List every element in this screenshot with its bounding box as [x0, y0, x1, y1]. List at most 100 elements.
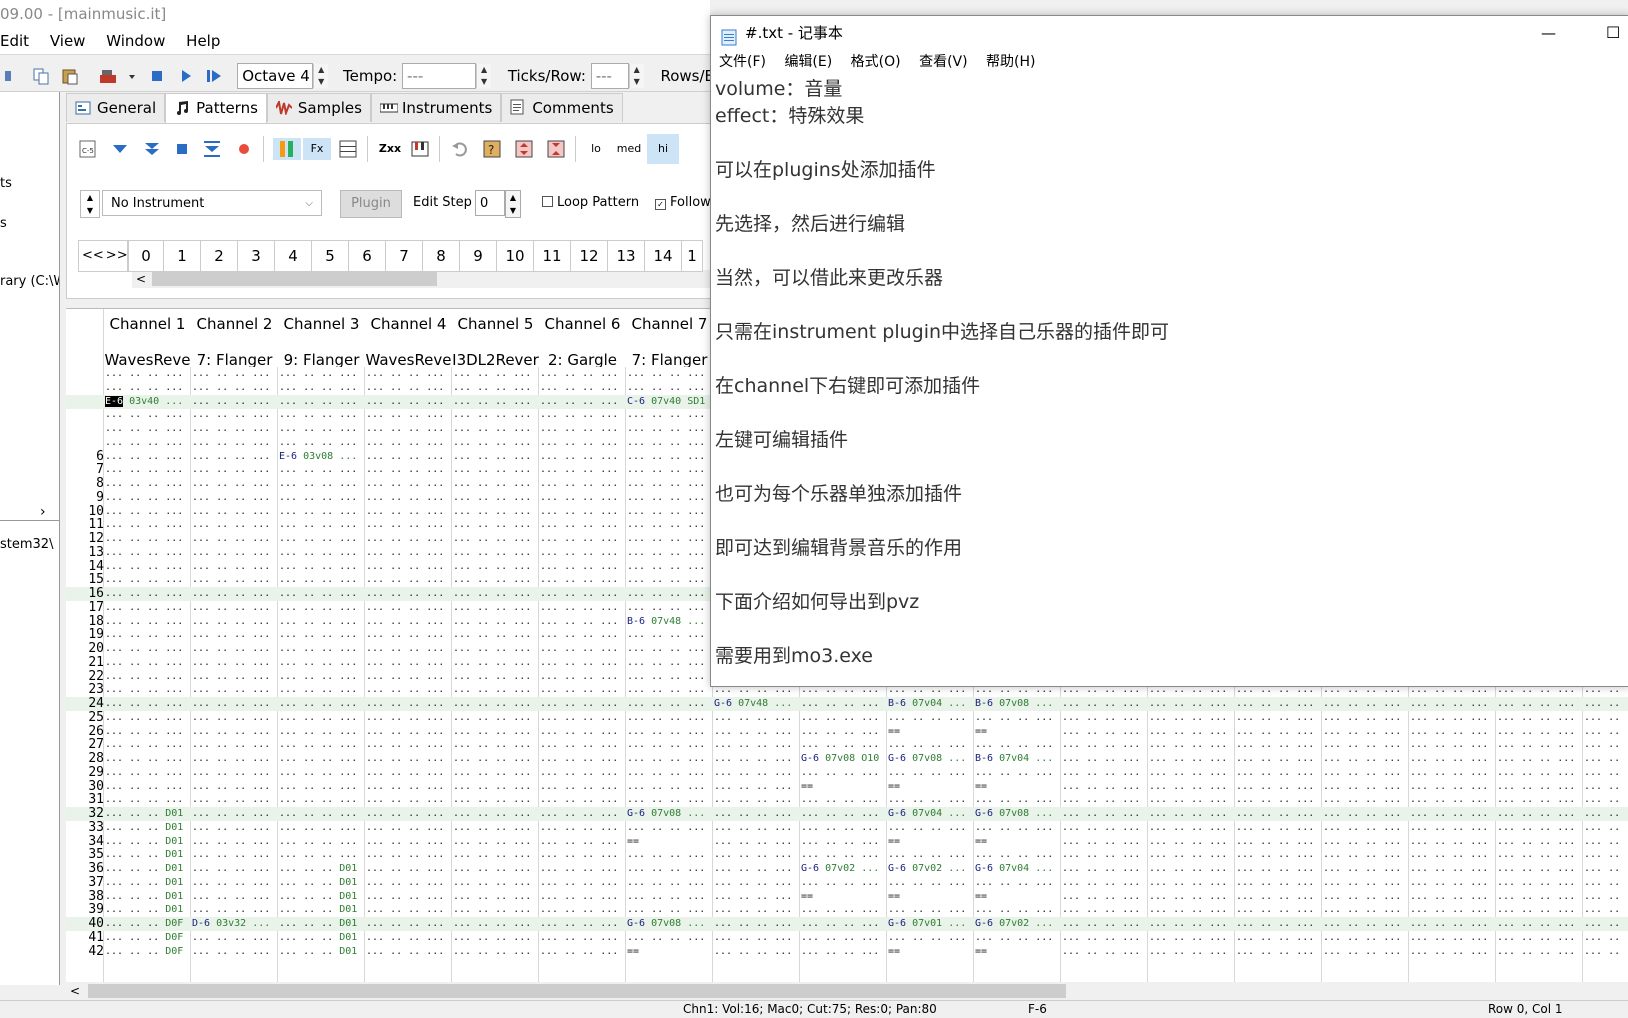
- pattern-cell[interactable]: ... .. .. ...: [1062, 917, 1140, 931]
- pattern-cell[interactable]: ... .. .. D01: [105, 807, 183, 821]
- pattern-cell[interactable]: ... .. .. ...: [801, 931, 879, 945]
- pattern-cell[interactable]: ... .. .. ...: [1410, 821, 1488, 835]
- pattern-cell[interactable]: ... .. .. ...: [627, 890, 705, 904]
- pattern-cell[interactable]: ... .. .. ...: [540, 697, 618, 711]
- pattern-cell[interactable]: ... .. .. ...: [627, 601, 705, 615]
- pattern-cell[interactable]: ==: [975, 780, 987, 794]
- checkbox-box[interactable]: [542, 196, 553, 207]
- pattern-cell[interactable]: ... .. .. ...: [627, 642, 705, 656]
- pattern-cell[interactable]: ... .. .. ...: [540, 587, 618, 601]
- pattern-cell[interactable]: ... .. .. ...: [453, 587, 531, 601]
- pattern-cell[interactable]: ... .. .. ...: [1497, 807, 1575, 821]
- pattern-cell[interactable]: C-6 07v40 SD1: [627, 395, 705, 409]
- play-from-start-icon[interactable]: [205, 67, 223, 85]
- pattern-cell[interactable]: ==: [888, 890, 900, 904]
- notepad-menu-format[interactable]: 格式(O): [851, 54, 901, 70]
- pattern-cell[interactable]: ... .. .. ...: [279, 628, 357, 642]
- pattern-cell[interactable]: ... .. .. ...: [279, 738, 357, 752]
- pattern-cell[interactable]: D-6 03v32 ...: [192, 917, 270, 931]
- pattern-cell[interactable]: ... .. .. ...: [366, 408, 444, 422]
- tree-item[interactable]: rary (C:\W: [0, 274, 59, 289]
- pattern-row[interactable]: 30... .. .. ...... .. .. ...... .. .. ..…: [66, 779, 1628, 794]
- pattern-cell[interactable]: ... .. .. ...: [192, 601, 270, 615]
- pattern-cell[interactable]: ... .. .. ...: [453, 890, 531, 904]
- pattern-cell[interactable]: ... .. .. ...: [192, 642, 270, 656]
- pattern-cell[interactable]: ... .. .. ...: [192, 656, 270, 670]
- pattern-cell[interactable]: ... .. .. ...: [540, 491, 618, 505]
- pattern-cell[interactable]: ... .. .. ...: [1236, 725, 1314, 739]
- pattern-cell[interactable]: ... .. .. ...: [714, 725, 792, 739]
- edit-step-spinner[interactable]: ▲ ▼: [505, 190, 521, 218]
- pattern-cell[interactable]: ... .. .. ...: [1149, 793, 1227, 807]
- pattern-cell[interactable]: ... .. .. ...: [279, 546, 357, 560]
- pattern-cell[interactable]: ... .. .. ...: [1149, 903, 1227, 917]
- pattern-cell[interactable]: E-6 03v40 ...: [105, 395, 183, 409]
- ticks-spinner[interactable]: ▲ ▼: [628, 64, 644, 88]
- pattern-cell[interactable]: ... .. .. ...: [453, 408, 531, 422]
- pattern-cell[interactable]: ... .. .. D0F: [105, 945, 183, 959]
- pattern-cell[interactable]: ... .. .. ...: [627, 573, 705, 587]
- pattern-cell[interactable]: ... .. .. ...: [366, 683, 444, 697]
- pattern-cell[interactable]: ... .. .. ...: [192, 573, 270, 587]
- pattern-cell[interactable]: ==: [975, 835, 987, 849]
- pattern-cell[interactable]: ... .. .. ...: [279, 821, 357, 835]
- pattern-cell[interactable]: ... .. .. ...: [1149, 752, 1227, 766]
- pattern-cell[interactable]: ... .. .. ...: [1149, 848, 1227, 862]
- pattern-cell[interactable]: ... .. .. ...: [453, 697, 531, 711]
- pattern-cell[interactable]: ... .. .. ...: [366, 890, 444, 904]
- channel-header[interactable]: Channel 5 I3DL2Rever: [452, 309, 540, 367]
- pattern-cell[interactable]: ... .. .. ...: [975, 711, 1053, 725]
- pattern-cell[interactable]: ... .. .. ...: [453, 367, 531, 381]
- pattern-cell[interactable]: ... .. .. ...: [366, 422, 444, 436]
- pattern-cell[interactable]: ... .. .. ...: [192, 477, 270, 491]
- pattern-cell[interactable]: ... .. .. ...: [453, 491, 531, 505]
- pattern-cell[interactable]: ... .. .. ...: [540, 422, 618, 436]
- pattern-cell[interactable]: ... .. .. ...: [801, 766, 879, 780]
- pattern-cell[interactable]: ... .. .. ...: [1410, 903, 1488, 917]
- pattern-cell[interactable]: ... .. .. ...: [540, 628, 618, 642]
- pattern-cell[interactable]: ... .. .. ...: [192, 587, 270, 601]
- pattern-cell[interactable]: ... .. .. ...: [714, 945, 792, 959]
- pattern-cell[interactable]: ... .. .. ...: [540, 780, 618, 794]
- pattern-cell[interactable]: ... .. .. ...: [279, 807, 357, 821]
- order-item[interactable]: 4: [274, 240, 312, 272]
- pattern-row[interactable]: 36... .. .. D01... .. .. ...... .. .. D0…: [66, 862, 1628, 876]
- pattern-cell[interactable]: ... .. .. ...: [1584, 890, 1628, 904]
- pattern-cell[interactable]: ... .. .. ...: [627, 821, 705, 835]
- pattern-cell[interactable]: ... .. .. ...: [192, 670, 270, 684]
- pattern-cell[interactable]: ... .. .. ...: [1584, 917, 1628, 931]
- edit-step-field[interactable]: 0: [475, 190, 505, 216]
- loop-pattern-checkbox[interactable]: Loop Pattern: [542, 190, 639, 216]
- octave-field[interactable]: Octave 4: [237, 63, 314, 89]
- plugin-button[interactable]: Plugin: [340, 190, 402, 218]
- pattern-cell[interactable]: ... .. .. ...: [192, 890, 270, 904]
- pattern-cell[interactable]: ... .. .. D01: [105, 903, 183, 917]
- pattern-cell[interactable]: ... .. .. ...: [1236, 931, 1314, 945]
- pattern-cell[interactable]: ... .. .. ...: [540, 367, 618, 381]
- pattern-cell[interactable]: ... .. .. ...: [279, 656, 357, 670]
- pattern-cell[interactable]: ... .. .. ...: [1323, 862, 1401, 876]
- pattern-cell[interactable]: ==: [801, 780, 813, 794]
- tab-comments[interactable]: Comments: [501, 93, 623, 122]
- pattern-cell[interactable]: ... .. .. ...: [279, 793, 357, 807]
- pattern-cell[interactable]: ... .. .. ...: [1584, 876, 1628, 890]
- pattern-cell[interactable]: ... .. .. ...: [366, 615, 444, 629]
- quality-med-button[interactable]: med: [613, 138, 645, 160]
- pattern-cell[interactable]: ... .. .. ...: [1323, 917, 1401, 931]
- pattern-cell[interactable]: ... .. .. ...: [279, 642, 357, 656]
- undo-icon[interactable]: [449, 138, 471, 160]
- pattern-cell[interactable]: ... .. .. ...: [714, 917, 792, 931]
- pattern-cell[interactable]: ... .. .. ...: [1323, 945, 1401, 959]
- minimize-button[interactable]: —: [1541, 16, 1556, 50]
- order-item[interactable]: 1: [681, 240, 703, 272]
- pattern-cell[interactable]: ... .. .. ...: [453, 725, 531, 739]
- pattern-cell[interactable]: ... .. .. ...: [105, 793, 183, 807]
- pattern-cell[interactable]: ... .. .. ...: [540, 573, 618, 587]
- pattern-cell[interactable]: ... .. .. ...: [1062, 697, 1140, 711]
- pattern-cell[interactable]: ... .. .. ...: [1410, 890, 1488, 904]
- pattern-cell[interactable]: ... .. .. ...: [540, 917, 618, 931]
- pattern-cell[interactable]: ... .. .. ...: [105, 656, 183, 670]
- channel-header[interactable]: Channel 2 7: Flanger: [191, 309, 279, 367]
- pattern-cell[interactable]: ... .. .. ...: [627, 367, 705, 381]
- pattern-cell[interactable]: ... .. .. ...: [105, 381, 183, 395]
